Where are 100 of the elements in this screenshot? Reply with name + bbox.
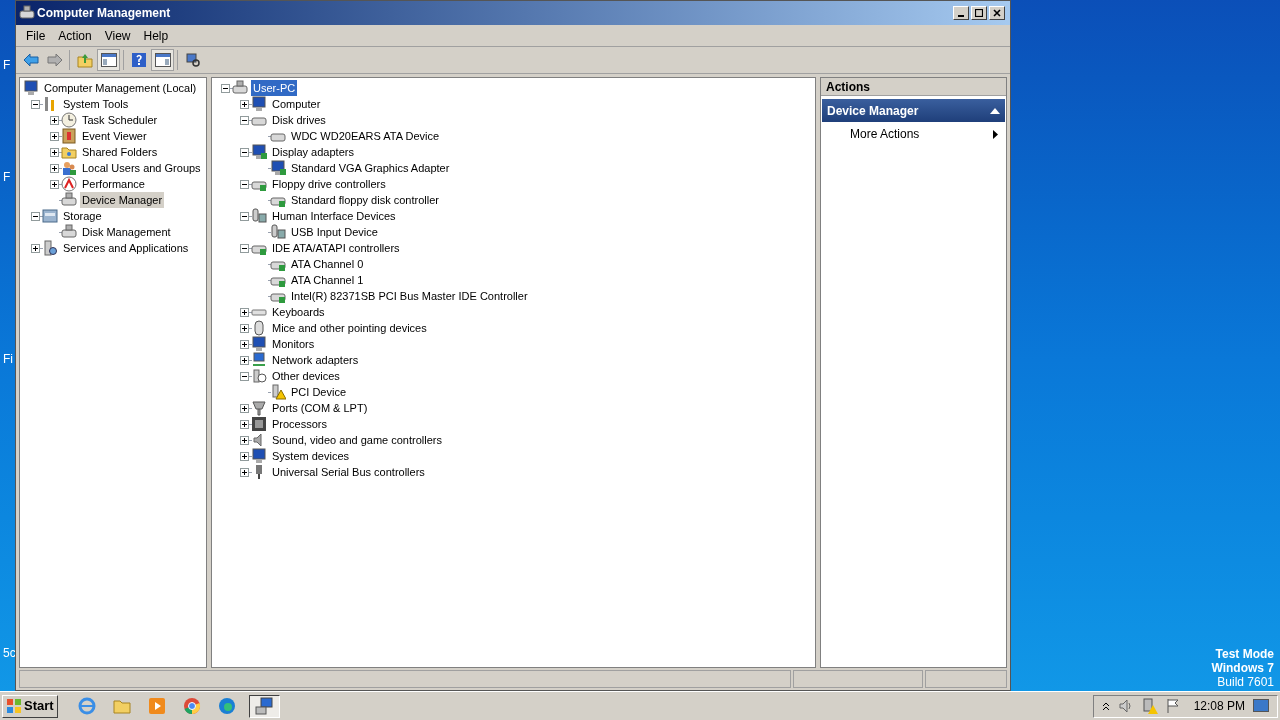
- tree-item[interactable]: Services and Applications: [61, 240, 191, 256]
- tree-item[interactable]: Standard floppy disk controller: [289, 192, 441, 208]
- test-mode-text: Windows 7: [1211, 661, 1274, 675]
- tree-item[interactable]: System devices: [270, 448, 352, 464]
- tree-item[interactable]: Intel(R) 82371SB PCI Bus Master IDE Controller: [289, 288, 530, 304]
- show-hide-tree-button[interactable]: [97, 49, 120, 71]
- tree-item[interactable]: Task Scheduler: [80, 112, 160, 128]
- tree-item[interactable]: Sound, video and game controllers: [270, 432, 444, 448]
- section-title: Device Manager: [827, 102, 919, 120]
- tree-item[interactable]: Monitors: [270, 336, 317, 352]
- expand-toggle[interactable]: [240, 147, 249, 157]
- tree-item[interactable]: Computer: [270, 96, 323, 112]
- expand-toggle[interactable]: [240, 307, 249, 317]
- tree-item[interactable]: Performance: [80, 176, 147, 192]
- tree-item[interactable]: ATA Channel 1: [289, 272, 366, 288]
- close-button[interactable]: [989, 6, 1005, 20]
- tree-item[interactable]: Computer Management (Local): [42, 80, 199, 96]
- expand-toggle[interactable]: [31, 243, 40, 253]
- browser-e-icon: [78, 697, 97, 715]
- actions-header: Actions: [821, 78, 1006, 96]
- expand-toggle[interactable]: [240, 467, 249, 477]
- edge-icon: [218, 697, 237, 715]
- clock-icon: [61, 112, 77, 128]
- forward-arrow-icon: [46, 53, 63, 67]
- menu-item[interactable]: View: [98, 26, 137, 45]
- expand-toggle[interactable]: [240, 211, 249, 221]
- tree-item[interactable]: USB Input Device: [289, 224, 380, 240]
- taskbar-app-button[interactable]: [248, 694, 280, 718]
- controller-icon: [270, 224, 286, 240]
- tree-item[interactable]: Processors: [270, 416, 330, 432]
- expand-toggle[interactable]: [50, 147, 59, 157]
- folder-icon: [113, 697, 132, 715]
- tree-item[interactable]: Event Viewer: [80, 128, 149, 144]
- tree-item[interactable]: Floppy drive controllers: [270, 176, 388, 192]
- collapse-icon[interactable]: [990, 107, 1000, 114]
- expand-toggle[interactable]: [50, 115, 59, 125]
- tree-item[interactable]: Storage: [61, 208, 104, 224]
- minimize-button[interactable]: [953, 6, 969, 20]
- tree-item[interactable]: Disk Management: [80, 224, 173, 240]
- tree-item[interactable]: Keyboards: [270, 304, 327, 320]
- show-hide-action-pane-button[interactable]: [151, 49, 174, 71]
- device-manager-icon: [19, 5, 35, 21]
- desktop-icon-label[interactable]: F: [3, 56, 11, 74]
- expand-toggle[interactable]: [240, 355, 249, 365]
- menu-item[interactable]: File: [20, 26, 52, 45]
- tree-item[interactable]: User-PC: [251, 80, 298, 96]
- expand-toggle[interactable]: [240, 403, 249, 413]
- tree-item[interactable]: Mice and other pointing devices: [270, 320, 429, 336]
- tree-item[interactable]: Local Users and Groups: [80, 160, 203, 176]
- chevron-up-icon[interactable]: [1101, 701, 1110, 711]
- expand-toggle[interactable]: [240, 179, 249, 189]
- menu-item[interactable]: Action: [52, 26, 98, 45]
- tree-item[interactable]: Standard VGA Graphics Adapter: [289, 160, 452, 176]
- maximize-button[interactable]: [971, 6, 987, 20]
- expand-toggle[interactable]: [240, 115, 249, 125]
- desktop-icon-label[interactable]: F: [3, 168, 11, 186]
- tree-item[interactable]: Shared Folders: [80, 144, 160, 160]
- expand-toggle[interactable]: [221, 83, 230, 93]
- help-icon: [130, 52, 147, 68]
- back-arrow-icon: [22, 53, 39, 67]
- expand-toggle[interactable]: [240, 323, 249, 333]
- log-icon: [61, 128, 77, 144]
- device-manager-icon: [61, 192, 77, 208]
- expand-toggle[interactable]: [50, 163, 59, 173]
- tree-item[interactable]: System Tools: [61, 96, 131, 112]
- expand-toggle[interactable]: [240, 451, 249, 461]
- expand-toggle[interactable]: [240, 435, 249, 445]
- expand-toggle[interactable]: [50, 179, 59, 189]
- tree-item[interactable]: Universal Serial Bus controllers: [270, 464, 427, 480]
- tree-item[interactable]: WDC WD20EARS ATA Device: [289, 128, 442, 144]
- tree-item[interactable]: Display adapters: [270, 144, 356, 160]
- tree-item[interactable]: Device Manager: [80, 192, 165, 208]
- expand-toggle[interactable]: [240, 99, 249, 109]
- tree-item[interactable]: PCI Device: [289, 384, 349, 400]
- show-desktop-icon[interactable]: [1253, 699, 1269, 713]
- start-button[interactable]: Start: [2, 694, 58, 718]
- expand-toggle[interactable]: [240, 371, 249, 381]
- tree-item[interactable]: Disk drives: [270, 112, 328, 128]
- expand-toggle[interactable]: [31, 211, 40, 221]
- network-icon: [251, 352, 267, 368]
- desktop-icon-label[interactable]: Fi: [3, 350, 13, 368]
- clock[interactable]: 12:08 PM: [1193, 697, 1245, 715]
- expand-toggle[interactable]: [31, 99, 40, 109]
- menu-item[interactable]: Help: [137, 26, 175, 45]
- expand-toggle[interactable]: [240, 419, 249, 429]
- expand-toggle[interactable]: [50, 131, 59, 141]
- tree-item[interactable]: Human Interface Devices: [270, 208, 398, 224]
- actions-section-header[interactable]: Device Manager: [822, 99, 1005, 122]
- tree-item[interactable]: IDE ATA/ATAPI controllers: [270, 240, 402, 256]
- device-manager-icon: [232, 80, 248, 96]
- speaker-icon[interactable]: [1117, 698, 1134, 714]
- flag-icon[interactable]: [1165, 698, 1180, 714]
- tree-item[interactable]: Other devices: [270, 368, 342, 384]
- folder-icon: [61, 144, 77, 160]
- tree-item[interactable]: Network adapters: [270, 352, 361, 368]
- expand-toggle[interactable]: [240, 339, 249, 349]
- action-item[interactable]: More Actions: [821, 122, 1006, 146]
- tree-item[interactable]: Ports (COM & LPT): [270, 400, 370, 416]
- expand-toggle[interactable]: [240, 243, 249, 253]
- tree-item[interactable]: ATA Channel 0: [289, 256, 366, 272]
